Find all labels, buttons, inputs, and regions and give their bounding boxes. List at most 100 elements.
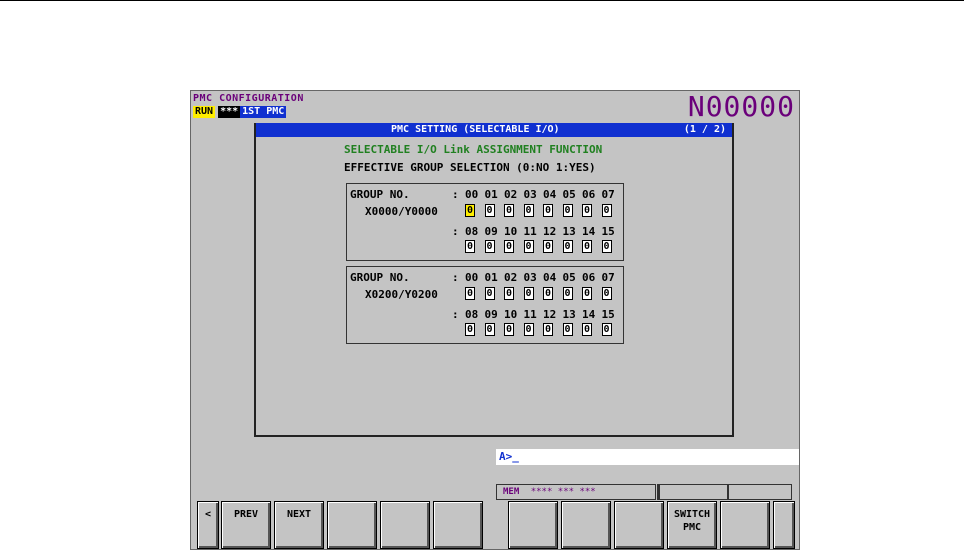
colon: : bbox=[452, 188, 459, 201]
group-number: 07 bbox=[601, 188, 615, 201]
group-no-label: GROUP NO. bbox=[350, 188, 410, 201]
colon: : bbox=[452, 271, 459, 284]
softkey-prev[interactable]: PREV bbox=[221, 501, 271, 549]
program-number: N00000 bbox=[687, 90, 795, 123]
group-value-cell[interactable]: 0 bbox=[465, 287, 475, 300]
group-number: 06 bbox=[582, 188, 596, 201]
top-rule bbox=[0, 0, 964, 1]
group-value-cell[interactable]: 0 bbox=[582, 240, 592, 253]
group-number-row: 00 01 02 03 04 05 06 07 bbox=[465, 271, 621, 284]
status-cell bbox=[728, 484, 792, 500]
group-value-cell[interactable]: 0 bbox=[484, 287, 495, 300]
group-value-cell[interactable]: 0 bbox=[562, 323, 573, 336]
group-number-row: 08 09 10 11 12 13 14 15 bbox=[465, 308, 621, 321]
group-number: 10 bbox=[504, 225, 518, 238]
group-value-cell[interactable]: 0 bbox=[504, 287, 514, 300]
softkey-blank-3[interactable] bbox=[327, 501, 377, 549]
group-number: 14 bbox=[582, 225, 596, 238]
group-number: 08 bbox=[465, 225, 479, 238]
group-value-cell[interactable]: 0 bbox=[484, 240, 495, 253]
group-value-cell[interactable]: 0 bbox=[523, 240, 534, 253]
group-number: 04 bbox=[543, 188, 557, 201]
group-number: 03 bbox=[523, 271, 537, 284]
group-number: 09 bbox=[484, 308, 498, 321]
group-number: 00 bbox=[465, 188, 479, 201]
group-value-cell[interactable]: 0 bbox=[582, 204, 592, 217]
group-number: 00 bbox=[465, 271, 479, 284]
softkey-blank-10[interactable] bbox=[720, 501, 770, 549]
page-indicator: (1 / 2) bbox=[683, 124, 726, 135]
group-value-cell[interactable]: 0 bbox=[562, 240, 573, 253]
group-value-cell[interactable]: 0 bbox=[562, 287, 573, 300]
group-value-cell[interactable]: 0 bbox=[465, 323, 475, 336]
group-value-cell[interactable]: 0 bbox=[582, 323, 592, 336]
softkey-blank-4[interactable] bbox=[380, 501, 430, 549]
pmc-setting-panel: PMC SETTING (SELECTABLE I/O) (1 / 2) SEL… bbox=[254, 123, 734, 437]
group-value-row: 0 0 0 0 0 0 0 0 bbox=[465, 240, 621, 253]
group-value-row: 0 0 0 0 0 0 0 0 bbox=[465, 287, 621, 300]
group-number: 13 bbox=[562, 308, 576, 321]
group-box-2: GROUP NO. X0200/Y0200 : : 00 01 02 03 04… bbox=[346, 266, 624, 344]
group-value-cell[interactable]: 0 bbox=[601, 204, 612, 217]
key-input-line[interactable]: A>_ bbox=[496, 449, 799, 465]
group-value-cell[interactable]: 0 bbox=[523, 287, 534, 300]
group-value-cell[interactable]: 0 bbox=[601, 240, 612, 253]
group-value-cell[interactable]: 0 bbox=[543, 323, 553, 336]
softkey-blank-5[interactable] bbox=[433, 501, 483, 549]
group-number: 10 bbox=[504, 308, 518, 321]
group-value-cell[interactable]: 0 bbox=[562, 204, 573, 217]
group-value-cell[interactable]: 0 bbox=[504, 240, 514, 253]
group-value-cell[interactable]: 0 bbox=[543, 204, 553, 217]
group-value-cell[interactable]: 0 bbox=[543, 287, 553, 300]
group-value-cell-selected[interactable]: 0 bbox=[465, 204, 475, 217]
group-value-cell[interactable]: 0 bbox=[484, 204, 495, 217]
group-value-cell[interactable]: 0 bbox=[601, 287, 612, 300]
group-number: 06 bbox=[582, 271, 596, 284]
group-number: 07 bbox=[601, 271, 615, 284]
alarm-stars-badge: *** bbox=[218, 106, 241, 118]
group-number: 13 bbox=[562, 225, 576, 238]
softkey-next[interactable]: NEXT bbox=[274, 501, 324, 549]
mode-status-bar: MEM **** *** *** bbox=[496, 484, 656, 500]
selection-legend: EFFECTIVE GROUP SELECTION (0:NO 1:YES) bbox=[344, 161, 596, 174]
group-value-cell[interactable]: 0 bbox=[543, 240, 553, 253]
group-value-cell[interactable]: 0 bbox=[582, 287, 592, 300]
softkey-blank-6[interactable] bbox=[508, 501, 558, 549]
colon: : bbox=[452, 308, 459, 321]
group-value-row: 0 0 0 0 0 0 0 0 bbox=[465, 204, 621, 217]
group-value-cell[interactable]: 0 bbox=[484, 323, 495, 336]
group-number: 02 bbox=[504, 188, 518, 201]
softkey-bar: < PREV NEXT SWITCH PMC bbox=[197, 501, 797, 549]
group-number: 12 bbox=[543, 225, 557, 238]
softkey-switch-pmc[interactable]: SWITCH PMC bbox=[667, 501, 717, 549]
function-subtitle: SELECTABLE I/O Link ASSIGNMENT FUNCTION bbox=[344, 143, 603, 156]
softkey-blank-7[interactable] bbox=[561, 501, 611, 549]
softkey-switch-line2: PMC bbox=[682, 522, 702, 533]
cnc-screen: PMC CONFIGURATION RUN *** 1ST PMC N00000… bbox=[190, 90, 800, 550]
group-number: 03 bbox=[523, 188, 537, 201]
group-value-cell[interactable]: 0 bbox=[523, 323, 534, 336]
group-value-cell[interactable]: 0 bbox=[523, 204, 534, 217]
colon: : bbox=[452, 225, 459, 238]
screen-title: PMC CONFIGURATION bbox=[193, 93, 304, 104]
softkey-right-end[interactable] bbox=[773, 501, 795, 549]
status-cell bbox=[659, 484, 728, 500]
group-value-cell[interactable]: 0 bbox=[601, 323, 612, 336]
group-value-cell[interactable]: 0 bbox=[504, 323, 514, 336]
group-value-cell[interactable]: 0 bbox=[504, 204, 514, 217]
group-address: X0000/Y0000 bbox=[365, 205, 438, 218]
group-number: 01 bbox=[484, 271, 498, 284]
softkey-switch-line1: SWITCH bbox=[673, 509, 711, 520]
group-value-cell[interactable]: 0 bbox=[465, 240, 475, 253]
softkey-left-arrow[interactable]: < bbox=[197, 501, 219, 549]
group-box-1: GROUP NO. X0000/Y0000 : : 00 01 02 03 04… bbox=[346, 183, 624, 261]
group-address: X0200/Y0200 bbox=[365, 288, 438, 301]
softkey-blank-8[interactable] bbox=[614, 501, 664, 549]
panel-title-bar: PMC SETTING (SELECTABLE I/O) (1 / 2) bbox=[256, 123, 732, 137]
group-number: 11 bbox=[523, 225, 537, 238]
mode-indicator: MEM bbox=[503, 487, 520, 497]
group-number: 14 bbox=[582, 308, 596, 321]
group-number: 05 bbox=[562, 188, 576, 201]
group-number: 02 bbox=[504, 271, 518, 284]
panel-title: PMC SETTING (SELECTABLE I/O) bbox=[391, 124, 560, 135]
